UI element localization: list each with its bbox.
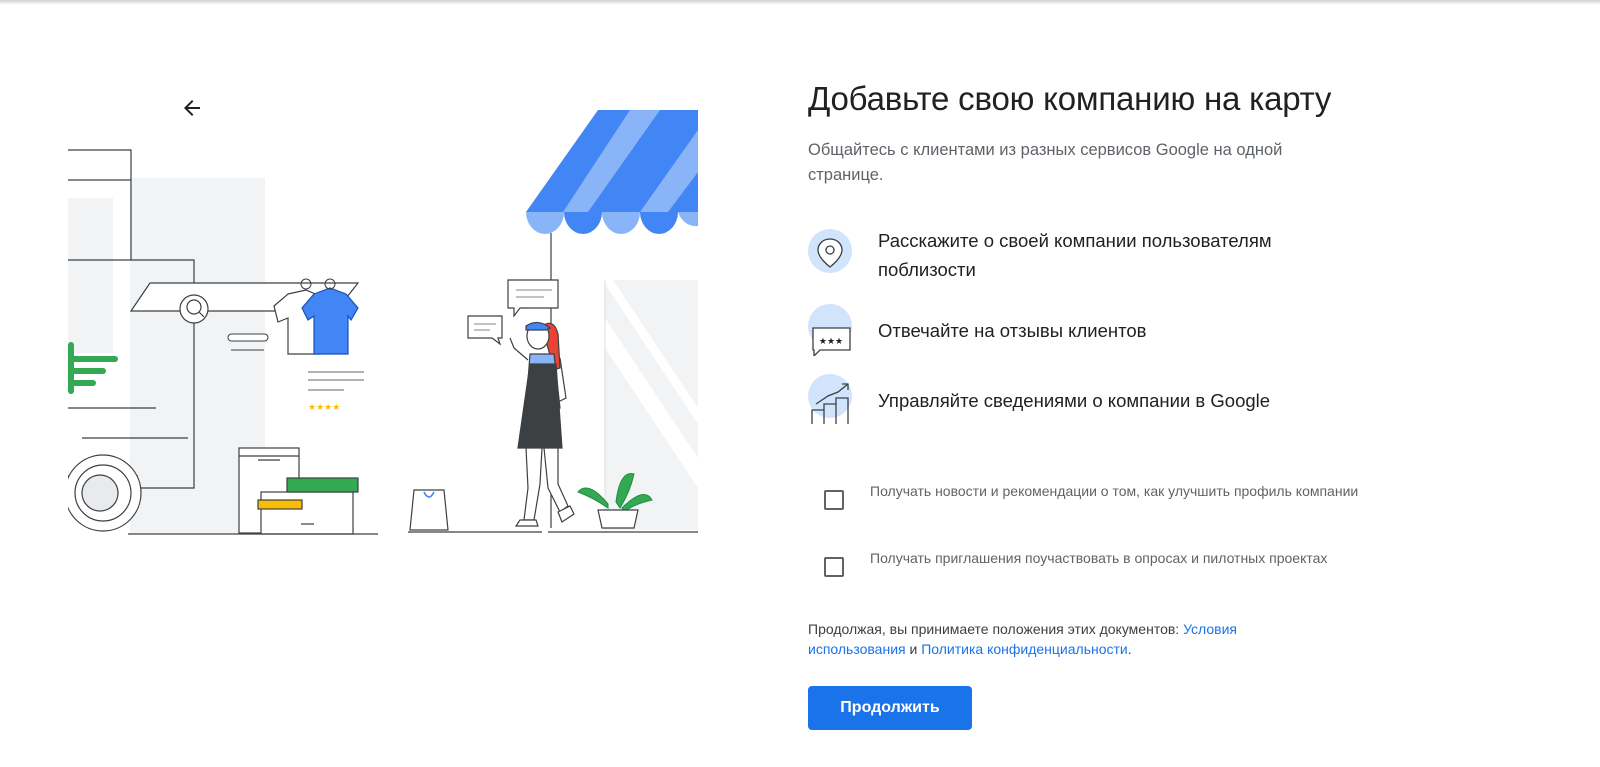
- shopkeeper-woman: [509, 321, 575, 527]
- boxes: [238, 447, 359, 535]
- review-stars-icon: ★★★: [808, 304, 852, 356]
- location-pin-icon: [808, 229, 852, 273]
- page-subtitle: Общайтесь с клиентами из разных сервисов…: [808, 141, 1283, 184]
- storefront-illustration: ★★★★: [68, 110, 698, 535]
- product-rating-stars: ★★★★: [308, 403, 340, 413]
- terms-middle: и: [905, 641, 922, 657]
- product-card: [308, 371, 364, 391]
- continue-button[interactable]: Продолжить: [808, 686, 972, 730]
- checkbox-row-surveys: Получать приглашения поучаствовать в опр…: [824, 548, 1370, 577]
- feature-reviews: ★★★ Отвечайте на отзывы клиентов: [808, 304, 1338, 356]
- checkbox-label[interactable]: Получать новости и рекомендации о том, к…: [870, 481, 1370, 501]
- news-checkbox[interactable]: [824, 490, 844, 510]
- feature-manage-info: Управляйте сведениями о компании в Googl…: [808, 374, 1338, 426]
- top-shadow: [0, 0, 1600, 5]
- privacy-policy-link[interactable]: Политика конфиденциальности: [921, 641, 1128, 657]
- feature-text: Отвечайте на отзывы клиентов: [878, 319, 1147, 341]
- terms-text: Продолжая, вы принимаете положения этих …: [808, 619, 1328, 659]
- surveys-checkbox[interactable]: [824, 557, 844, 577]
- main-content: Добавьте свою компанию на карту Общайтес…: [808, 80, 1368, 730]
- review-icon-stars: ★★★: [819, 337, 843, 347]
- terms-prefix: Продолжая, вы принимаете положения этих …: [808, 621, 1184, 637]
- terms-suffix: .: [1127, 641, 1132, 657]
- growth-chart-icon: [808, 374, 852, 424]
- shopping-bag: [409, 489, 449, 531]
- checkbox-row-news: Получать новости и рекомендации о том, к…: [824, 481, 1370, 510]
- page-title: Добавьте свою компанию на карту: [808, 80, 1332, 117]
- feature-text: Расскажите о своей компании пользователя…: [878, 230, 1272, 280]
- feature-nearby-customers: Расскажите о своей компании пользователя…: [808, 226, 1338, 284]
- feature-text: Управляйте сведениями о компании в Googl…: [878, 389, 1271, 411]
- checkbox-label[interactable]: Получать приглашения поучаствовать в опр…: [870, 548, 1370, 568]
